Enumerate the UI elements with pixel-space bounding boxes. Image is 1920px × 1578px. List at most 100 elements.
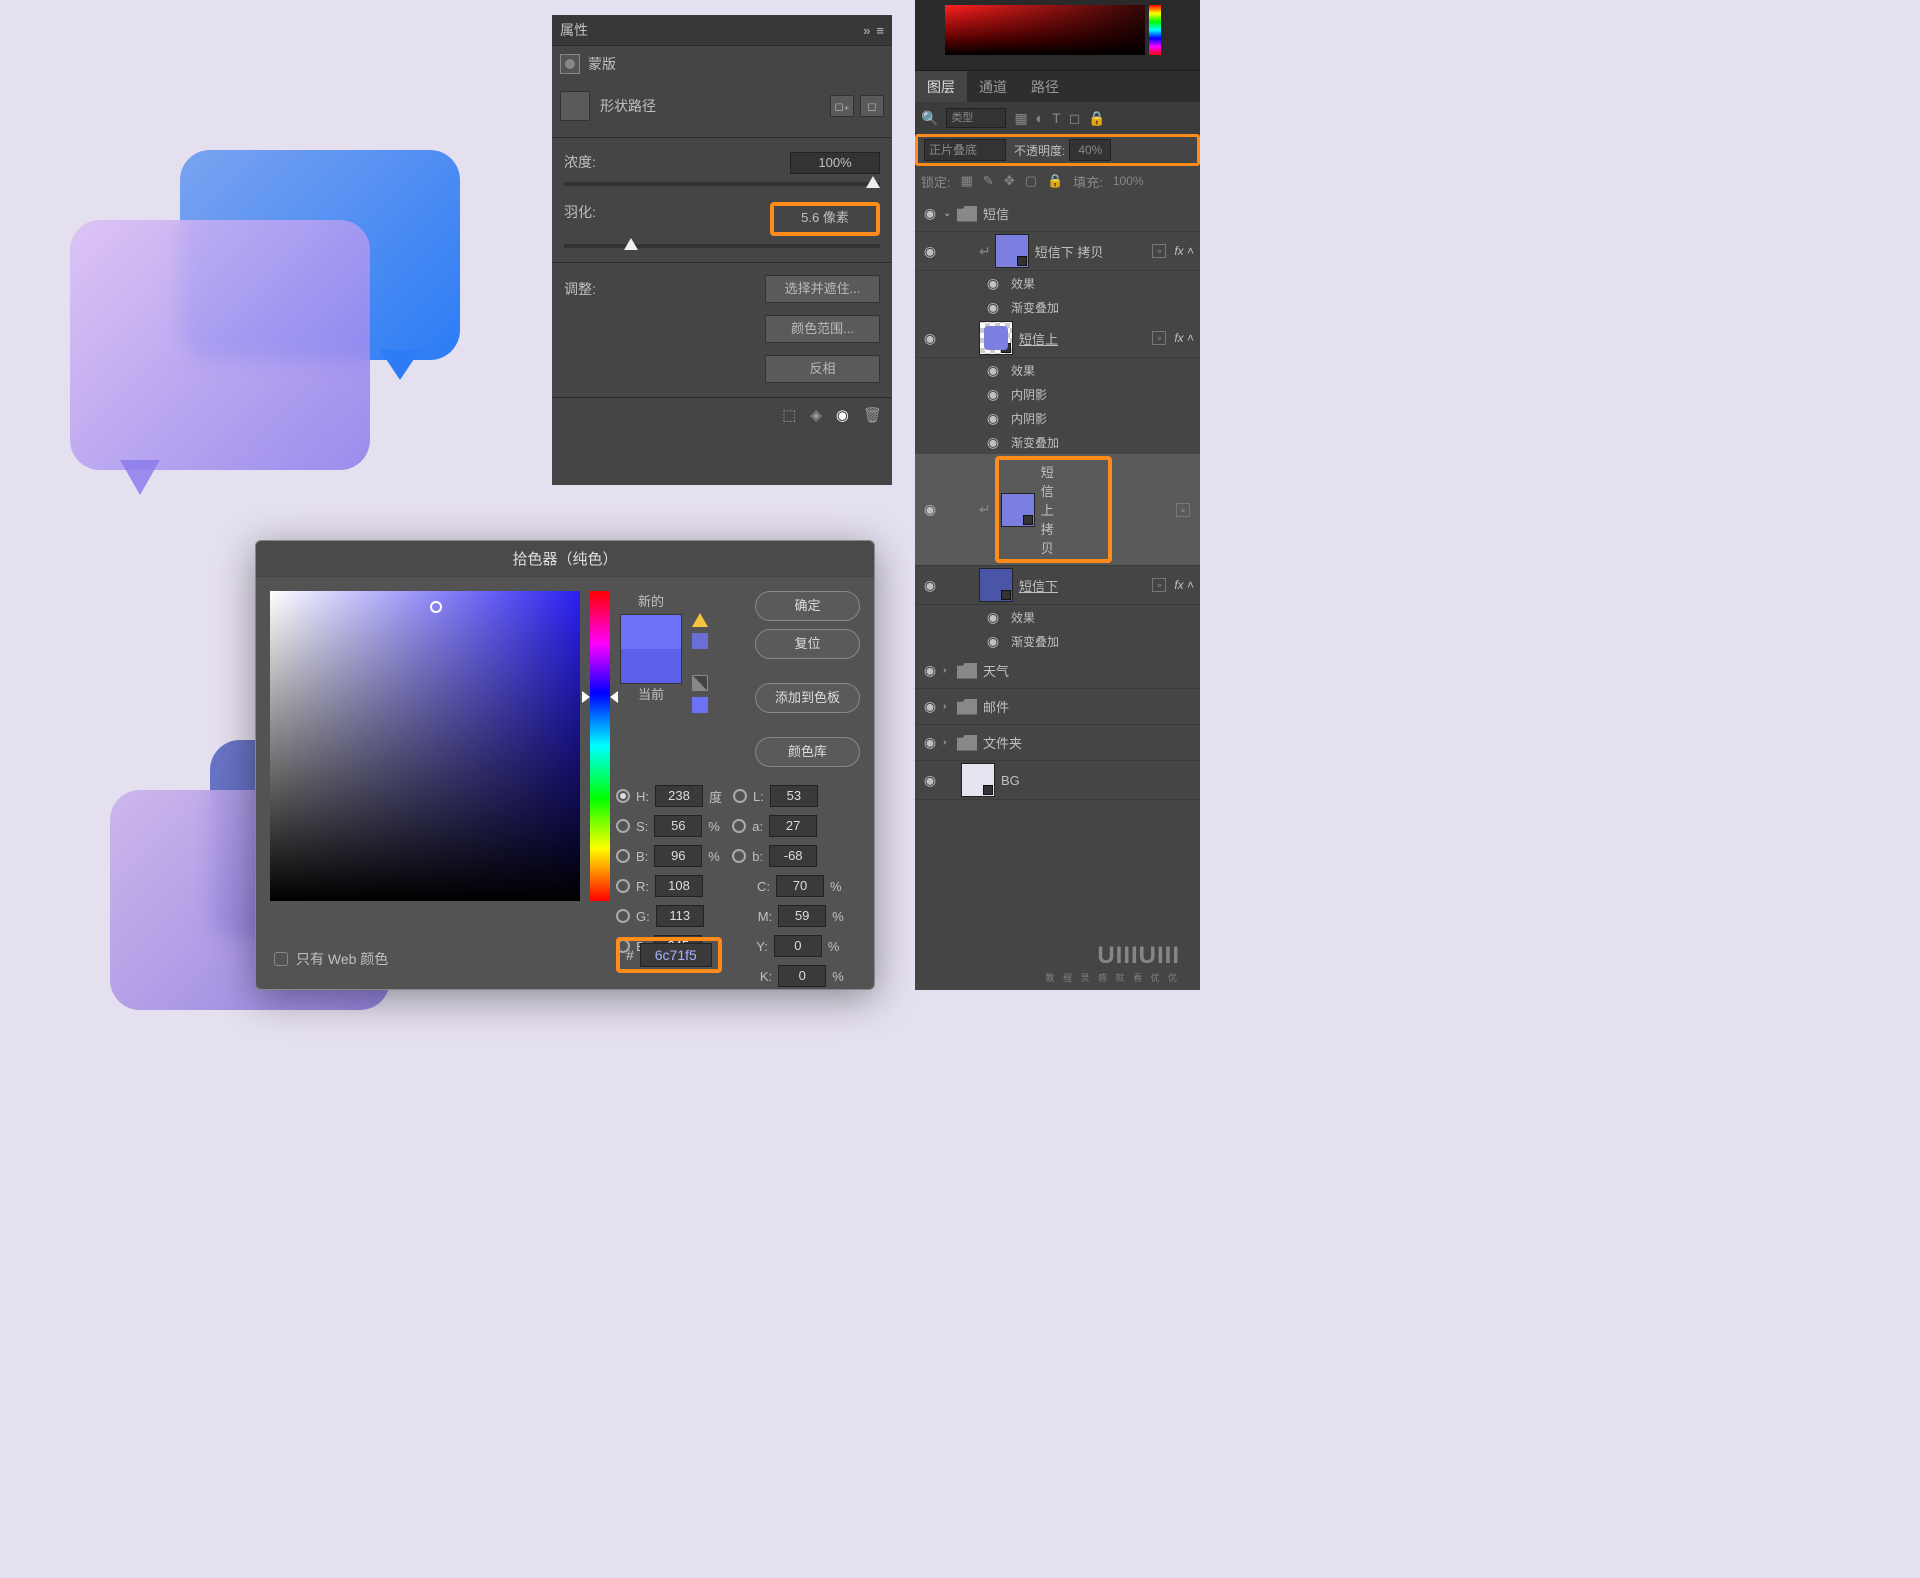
gamut-warning-icon[interactable] (692, 613, 708, 627)
fx-gradient-row[interactable]: ◉渐变叠加 (915, 430, 1200, 454)
add-mask-button[interactable]: ◻₊ (830, 95, 854, 117)
select-mask-button[interactable]: ◻ (860, 95, 884, 117)
fx-gradient-row[interactable]: ◉渐变叠加 (915, 629, 1200, 653)
lock-pixels-icon[interactable]: ▦ (961, 173, 973, 189)
radio-a[interactable] (732, 819, 746, 833)
eye-icon[interactable]: ◉ (921, 662, 939, 679)
fx-badge[interactable]: fx ˄ (1174, 244, 1194, 258)
m-input[interactable]: 59 (778, 905, 826, 927)
linked-icon[interactable]: ▫ (1152, 331, 1166, 345)
expand-icon[interactable]: › (943, 665, 957, 676)
radio-g[interactable] (616, 909, 630, 923)
tab-paths[interactable]: 路径 (1019, 71, 1071, 102)
b-input[interactable]: 96 (654, 845, 702, 867)
search-icon[interactable]: 🔍 (921, 110, 938, 127)
eye-icon[interactable]: ◉ (921, 772, 939, 789)
l-input[interactable]: 53 (770, 785, 818, 807)
h-input[interactable]: 238 (655, 785, 703, 807)
gamut-swatch[interactable] (692, 633, 708, 649)
expand-icon[interactable]: › (943, 701, 957, 712)
layer-msg-down[interactable]: ◉ 短信下 ▫ fx ˄ (915, 566, 1200, 605)
lock-artboard-icon[interactable]: ▢ (1025, 173, 1037, 189)
lock-brush-icon[interactable]: ✎ (983, 173, 994, 189)
layer-group-folder[interactable]: ◉ › 文件夹 (915, 725, 1200, 761)
layer-bg[interactable]: ◉ BG (915, 761, 1200, 800)
selection-icon[interactable]: ⬚ (782, 406, 796, 424)
fx-badge[interactable]: fx ˄ (1174, 331, 1194, 345)
layer-name[interactable]: 文件夹 (983, 733, 1194, 752)
radio-h[interactable] (616, 789, 630, 803)
eye-icon[interactable]: ◉ (921, 577, 939, 594)
density-slider[interactable]: 浓度: 100% (552, 144, 892, 194)
fx-badge[interactable]: fx ˄ (1174, 578, 1194, 592)
radio-l[interactable] (733, 789, 747, 803)
layer-name[interactable]: 短信下 (1019, 576, 1152, 595)
layer-msg-up[interactable]: ◉ 短信上 ▫ fx ˄ (915, 319, 1200, 358)
trash-icon[interactable]: 🗑 (863, 406, 882, 424)
fx-inner-shadow-row-2[interactable]: ◉内阴影 (915, 406, 1200, 430)
tab-layers[interactable]: 图层 (915, 71, 967, 102)
g-input[interactable]: 113 (656, 905, 704, 927)
fx-effects-row[interactable]: ◉效果 (915, 271, 1200, 295)
eye-icon[interactable]: ◉ (921, 243, 939, 260)
blend-mode-select[interactable]: 正片叠底 (924, 139, 1006, 161)
radio-b[interactable] (616, 849, 630, 863)
density-value[interactable]: 100% (790, 152, 880, 174)
feather-value[interactable]: 5.6 像素 (780, 208, 870, 230)
c-input[interactable]: 70 (776, 875, 824, 897)
lock-all-icon[interactable]: 🔒 (1047, 173, 1063, 189)
ok-button[interactable]: 确定 (755, 591, 860, 621)
layer-name[interactable]: 短信上拷贝 (1041, 462, 1054, 557)
reset-button[interactable]: 复位 (755, 629, 860, 659)
websafe-swatch[interactable] (692, 697, 708, 713)
layer-group-mail[interactable]: ◉ › 邮件 (915, 689, 1200, 725)
saturation-value-field[interactable] (270, 591, 580, 901)
layer-mask-icon[interactable]: ◈ (810, 406, 822, 424)
filter-type-select[interactable]: 类型 (946, 108, 1006, 128)
r-input[interactable]: 108 (655, 875, 703, 897)
radio-r[interactable] (616, 879, 630, 893)
opacity-value[interactable]: 40% (1069, 139, 1111, 161)
smart-filter-icon[interactable]: 🔒 (1088, 110, 1105, 127)
hue-strip[interactable] (1149, 5, 1161, 55)
eye-icon[interactable]: ◉ (921, 698, 939, 715)
adjustment-filter-icon[interactable]: ◐ (1036, 110, 1044, 126)
radio-b2[interactable] (732, 849, 746, 863)
image-filter-icon[interactable]: ▦ (1014, 110, 1027, 127)
layer-name[interactable]: 短信下 拷贝 (1035, 242, 1153, 261)
lock-position-icon[interactable]: ✥ (1004, 173, 1015, 189)
layer-name[interactable]: 短信 (983, 204, 1194, 223)
cube-icon[interactable] (692, 675, 708, 691)
expand-icon[interactable]: › (943, 737, 957, 748)
layer-msg-down-copy[interactable]: ◉ ↵ 短信下 拷贝 ▫ fx ˄ (915, 232, 1200, 271)
hex-input[interactable]: 6c71f5 (640, 943, 712, 967)
linked-icon[interactable]: ▫ (1176, 503, 1190, 517)
fill-value[interactable]: 100% (1113, 174, 1144, 188)
invert-button[interactable]: 反相 (765, 355, 880, 383)
linked-icon[interactable]: ▫ (1152, 578, 1166, 592)
tab-channels[interactable]: 通道 (967, 71, 1019, 102)
menu-icon[interactable]: ≡ (876, 23, 884, 38)
a-input[interactable]: 27 (769, 815, 817, 837)
feather-slider[interactable]: 羽化: 5.6 像素 (552, 194, 892, 256)
eye-icon[interactable]: ◉ (921, 501, 939, 518)
layer-group-msg[interactable]: ◉ ⌄ 短信 (915, 196, 1200, 232)
hue-slider[interactable] (590, 591, 610, 901)
b2-input[interactable]: -68 (769, 845, 817, 867)
k-input[interactable]: 0 (778, 965, 826, 987)
fx-effects-row[interactable]: ◉效果 (915, 605, 1200, 629)
add-swatch-button[interactable]: 添加到色板 (755, 683, 860, 713)
fx-effects-row[interactable]: ◉效果 (915, 358, 1200, 382)
eye-icon[interactable]: ◉ (921, 330, 939, 347)
select-and-mask-button[interactable]: 选择并遮住... (765, 275, 880, 303)
layer-name[interactable]: 天气 (983, 661, 1194, 680)
shape-filter-icon[interactable]: ◻ (1069, 110, 1081, 127)
expand-icon[interactable]: ⌄ (943, 208, 957, 219)
layer-group-weather[interactable]: ◉ › 天气 (915, 653, 1200, 689)
web-only-checkbox[interactable] (274, 952, 288, 966)
fx-gradient-row[interactable]: ◉渐变叠加 (915, 295, 1200, 319)
y-input[interactable]: 0 (774, 935, 822, 957)
eye-icon[interactable]: ◉ (921, 205, 939, 222)
linked-icon[interactable]: ▫ (1152, 244, 1166, 258)
color-triangle[interactable] (945, 5, 1145, 55)
